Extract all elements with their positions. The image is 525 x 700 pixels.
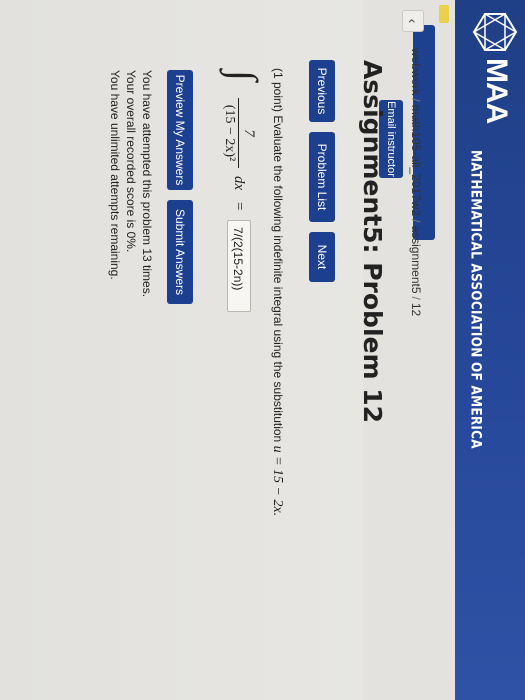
answer-input[interactable]: 7/(2(15-2n)) xyxy=(227,220,251,312)
score-text: Your overall recorded score is 0%. xyxy=(124,70,138,253)
differential: dx xyxy=(231,176,247,191)
breadcrumb-webwork[interactable]: webwork xyxy=(409,48,423,95)
site-header: MAA MATHEMATICAL ASSOCIATION OF AMERICA xyxy=(455,0,525,700)
integral-expression: ∫ 7 (15 − 2x)² dx = 7/(2(15-2n)) xyxy=(203,70,266,370)
substitution-expression: u = 15 − 2x. xyxy=(270,445,285,517)
attempt-status: You have attempted this problem 13 times… xyxy=(107,70,155,470)
preview-answers-button[interactable]: Preview My Answers xyxy=(167,70,193,190)
maa-logo-icon xyxy=(472,12,518,52)
integrand-numerator: 7 xyxy=(238,98,257,168)
problem-prompt: (1 point) Evaluate the following indefin… xyxy=(271,68,285,443)
integrand-fraction: 7 (15 − 2x)² xyxy=(221,98,257,168)
back-chevron-icon[interactable]: ‹ xyxy=(402,10,424,32)
integral-sign: ∫ xyxy=(221,70,266,81)
breadcrumb-assignment[interactable]: assignment5 xyxy=(409,225,423,293)
integrand-denominator: (15 − 2x)² xyxy=(222,104,237,162)
webwork-page: MAA MATHEMATICAL ASSOCIATION OF AMERICA … xyxy=(0,0,525,700)
sidebar-highlight-chip xyxy=(439,5,449,23)
problem-list-button[interactable]: Problem List xyxy=(309,132,335,222)
attempts-count-text: You have attempted this problem 13 times… xyxy=(140,70,154,298)
breadcrumb-separator: / xyxy=(409,296,423,300)
equals-sign: = xyxy=(231,202,247,211)
remaining-attempts-text: You have unlimited attempts remaining. xyxy=(108,70,122,280)
next-button[interactable]: Next xyxy=(309,232,335,282)
breadcrumb: ‹ webwork / math105-all_2017w2 / assignment5… xyxy=(401,10,427,690)
page-title: Assignment5: Problem 12 xyxy=(358,60,387,424)
breadcrumb-separator: / xyxy=(409,98,423,102)
breadcrumb-separator: / xyxy=(409,219,423,223)
problem-statement: (1 point) Evaluate the following indefin… xyxy=(269,68,285,698)
submit-answers-button[interactable]: Submit Answers xyxy=(167,200,193,304)
previous-button[interactable]: Previous xyxy=(309,60,335,122)
breadcrumb-course[interactable]: math105-all_2017w2 xyxy=(409,105,423,216)
organization-name: MATHEMATICAL ASSOCIATION OF AMERICA xyxy=(467,150,485,449)
logo-text: MAA xyxy=(480,58,513,124)
breadcrumb-problem: 12 xyxy=(409,302,423,317)
